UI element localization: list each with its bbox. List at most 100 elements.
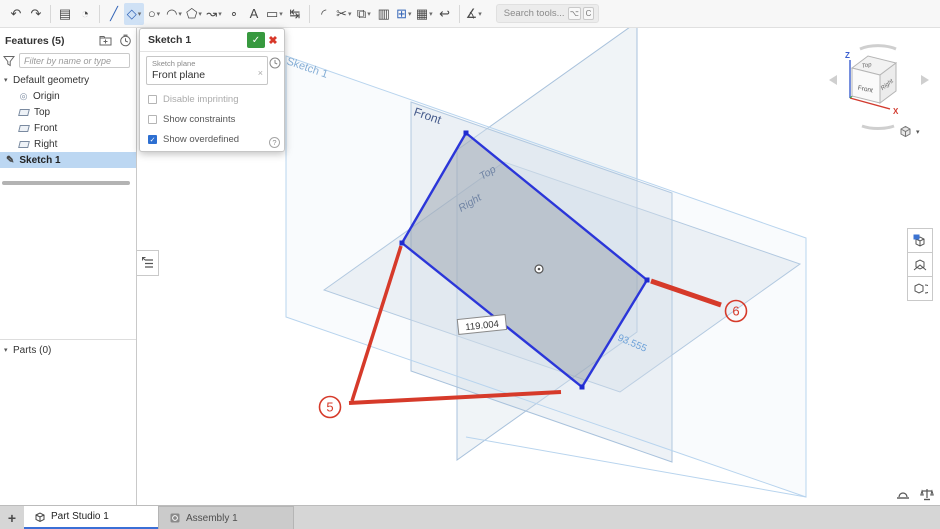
rotate-down-arrow[interactable]: [861, 124, 895, 131]
view-cube[interactable]: Z X Top Front Right: [820, 36, 938, 142]
perspective-button[interactable]: [907, 276, 933, 301]
sheet-metal-button[interactable]: ▤: [55, 3, 75, 25]
rollback-clock-icon[interactable]: [269, 57, 281, 69]
construction-tool-button[interactable]: ▭ ▾: [264, 3, 285, 25]
offset-tool-button[interactable]: ⧉ ▾: [354, 3, 374, 25]
filter-funnel-icon[interactable]: [3, 55, 15, 67]
tab-part-studio-1[interactable]: Part Studio 1: [24, 506, 158, 529]
circular-pattern-button[interactable]: ⊞ ▾: [394, 3, 414, 25]
sketch-vertex-left[interactable]: [399, 240, 405, 246]
chevron-down-icon[interactable]: ▾: [4, 346, 13, 354]
chevron-down-icon[interactable]: ▾: [157, 10, 161, 18]
insert-image-icon: ▦: [415, 6, 429, 21]
perspective-icon: [914, 282, 928, 294]
horizontal-scrollbar-thumb[interactable]: [2, 181, 130, 185]
sketch-vertex-top[interactable]: [463, 130, 469, 136]
project-icon: ↩: [439, 6, 451, 21]
scale-icon[interactable]: [920, 488, 934, 506]
chevron-down-icon[interactable]: ▾: [218, 10, 222, 18]
rotate-up-arrow[interactable]: [859, 44, 897, 51]
circle-icon: ○: [147, 6, 156, 21]
search-tools-box[interactable]: ⌥ C: [495, 4, 600, 23]
chevron-down-icon[interactable]: ▾: [367, 10, 371, 18]
checkbox-label: Disable imprinting: [163, 94, 239, 105]
tab-assembly-1[interactable]: Assembly 1: [158, 506, 294, 529]
new-folder-icon[interactable]: [99, 34, 112, 47]
named-views-button[interactable]: [907, 228, 933, 253]
section-view-icon: [913, 258, 927, 270]
chevron-down-icon[interactable]: ▾: [478, 10, 482, 18]
chevron-down-icon[interactable]: ▾: [408, 10, 412, 18]
parts-section-header[interactable]: ▾ Parts (0): [0, 342, 136, 358]
tree-item-right[interactable]: Right: [0, 136, 136, 152]
close-button[interactable]: ✖: [265, 32, 281, 48]
cube-icon: [900, 125, 911, 138]
add-tab-button[interactable]: +: [0, 510, 24, 526]
spline-tool-button[interactable]: ↝ ▾: [204, 3, 224, 25]
chevron-down-icon[interactable]: ▾: [4, 76, 13, 84]
linear-pattern-button[interactable]: ▥: [374, 3, 394, 25]
chevron-down-icon[interactable]: ▾: [279, 10, 283, 18]
sketch-vertex-bottom[interactable]: [579, 384, 585, 390]
chevron-down-icon[interactable]: ▾: [429, 10, 433, 18]
project-tool-button[interactable]: ↩: [435, 3, 455, 25]
polygon-tool-button[interactable]: ⬠ ▾: [184, 3, 204, 25]
rotate-right-arrow[interactable]: [921, 75, 929, 85]
line-tool-button[interactable]: ╱: [104, 3, 124, 25]
tree-item-sketch1-selected[interactable]: ✎ Sketch 1: [0, 152, 136, 168]
chevron-down-icon[interactable]: ▾: [198, 10, 202, 18]
tree-group-default-geometry[interactable]: ▾ Default geometry: [0, 72, 136, 88]
helix-icon: ◔: [81, 6, 89, 21]
checkbox-label: Show overdefined: [163, 134, 240, 145]
sketch-vertex-right[interactable]: [644, 277, 650, 283]
tree-item-front[interactable]: Front: [0, 120, 136, 136]
document-tab-bar: + Part Studio 1 Assembly 1: [0, 505, 940, 529]
help-icon[interactable]: ?: [269, 137, 280, 148]
checkbox-disable-imprinting[interactable]: Disable imprinting: [146, 94, 278, 105]
chevron-down-icon: ▾: [916, 128, 920, 136]
tree-item-origin[interactable]: ◎ Origin: [0, 88, 136, 104]
cube-faces[interactable]: Top Front Right: [850, 55, 898, 104]
plane-icon: [18, 124, 30, 132]
fillet-tool-button[interactable]: ◜: [314, 3, 334, 25]
redo-button[interactable]: ↷: [26, 3, 46, 25]
assembly-icon: [169, 512, 181, 524]
measure-tool-button[interactable]: ∡ ▾: [464, 3, 484, 25]
rotate-left-arrow[interactable]: [829, 75, 837, 85]
checkbox-show-constraints[interactable]: Show constraints: [146, 114, 278, 125]
tree-item-label: Right: [34, 138, 58, 150]
clear-field-icon[interactable]: ×: [258, 68, 263, 78]
rectangle-tool-button[interactable]: ◇ ▾: [124, 2, 144, 25]
helix-button[interactable]: ◔: [75, 3, 95, 25]
point-tool-button[interactable]: ∘: [224, 3, 244, 25]
tree-item-top[interactable]: Top: [0, 104, 136, 120]
trim-tool-button[interactable]: ✂ ▾: [334, 3, 354, 25]
section-view-button[interactable]: [907, 252, 933, 277]
insert-image-button[interactable]: ▦ ▾: [414, 3, 435, 25]
chevron-down-icon[interactable]: ▾: [348, 10, 352, 18]
annotation-circle-5: 5: [318, 395, 342, 419]
tree-group-label: Default geometry: [13, 74, 90, 86]
confirm-button[interactable]: ✓: [247, 32, 265, 48]
sketch-plane-field[interactable]: Sketch plane Front plane ×: [146, 56, 268, 85]
circle-tool-button[interactable]: ○ ▾: [144, 3, 164, 25]
measure-icon: ∡: [465, 6, 478, 21]
filter-input[interactable]: [19, 53, 130, 68]
tab-label: Assembly 1: [186, 512, 238, 524]
origin-marker[interactable]: [534, 264, 544, 274]
view-options-button[interactable]: ▾: [898, 124, 920, 139]
arc-tool-button[interactable]: ◠ ▾: [164, 3, 184, 25]
chevron-down-icon[interactable]: ▾: [178, 10, 182, 18]
sketch-list-flyout-button[interactable]: [137, 250, 159, 276]
hardhat-icon[interactable]: [896, 488, 910, 506]
chevron-down-icon[interactable]: ▾: [138, 10, 142, 18]
undo-button[interactable]: ↶: [6, 3, 26, 25]
checkbox-show-overdefined[interactable]: ✓ Show overdefined: [146, 134, 278, 145]
history-clock-icon[interactable]: [119, 34, 132, 47]
search-tools-input[interactable]: [503, 8, 566, 19]
c-key-badge: C: [583, 7, 595, 20]
dimension-tool-button[interactable]: ↹: [285, 3, 305, 25]
undo-icon: ↶: [10, 6, 22, 21]
text-tool-button[interactable]: A: [244, 3, 264, 25]
arc-icon: ◠: [166, 6, 178, 21]
